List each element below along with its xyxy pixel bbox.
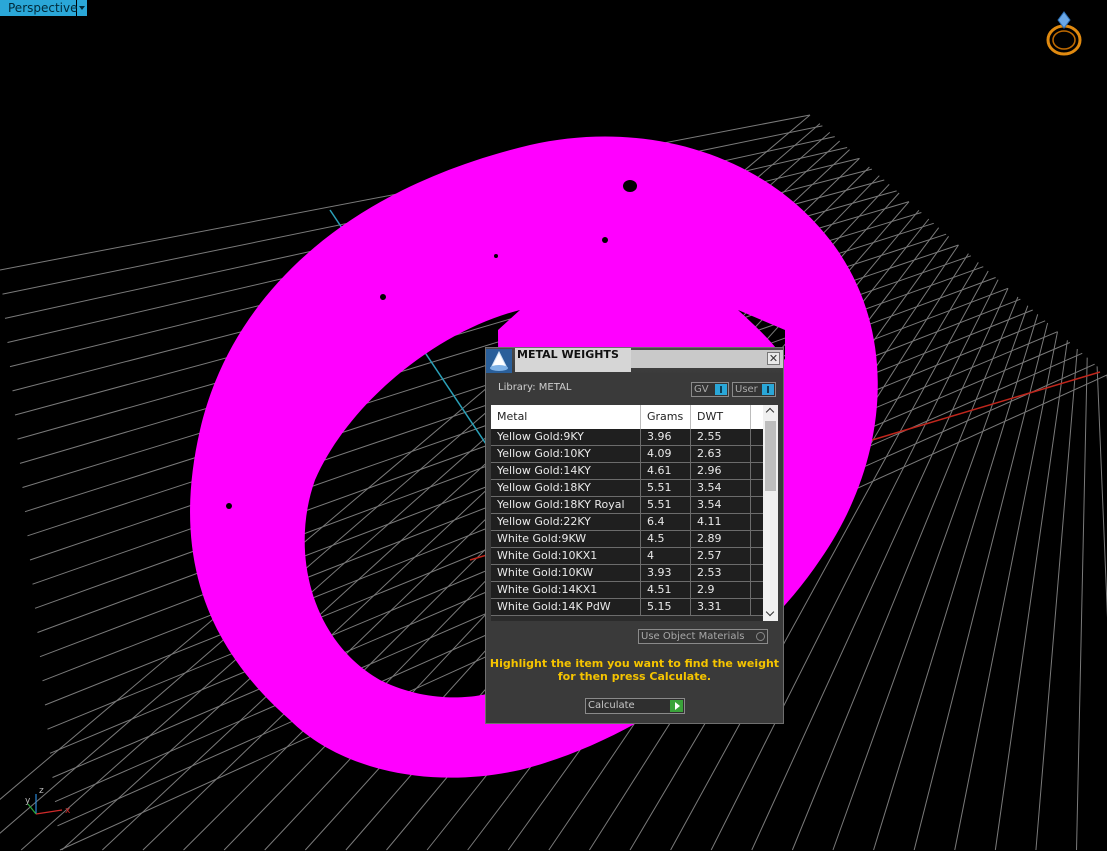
metal-cell: White Gold:14K PdW xyxy=(491,599,641,615)
dialog-title: METAL WEIGHTS xyxy=(515,348,631,372)
grams-cell: 4.61 xyxy=(641,463,691,479)
viewport-dropdown-icon[interactable] xyxy=(77,0,87,16)
table-row[interactable]: White Gold:9KW 4.5 2.89 xyxy=(491,531,763,548)
spacer-cell xyxy=(751,548,763,564)
spacer-cell xyxy=(751,599,763,615)
grams-cell: 3.96 xyxy=(641,429,691,445)
viewport-label[interactable]: Perspective xyxy=(0,0,87,16)
grams-cell: 3.93 xyxy=(641,565,691,581)
instruction-text: Highlight the item you want to find the … xyxy=(489,657,780,683)
table-row[interactable]: White Gold:10KX1 4 2.57 xyxy=(491,548,763,565)
radio-icon[interactable] xyxy=(756,632,765,641)
table-scrollbar[interactable] xyxy=(763,405,778,621)
scroll-thumb[interactable] xyxy=(765,421,776,491)
metal-cell: White Gold:10KX1 xyxy=(491,548,641,564)
use-object-materials-label: Use Object Materials xyxy=(641,631,745,642)
library-label: Library: METAL xyxy=(498,382,572,393)
table-row[interactable]: Yellow Gold:18KY 5.51 3.54 xyxy=(491,480,763,497)
scroll-up-icon[interactable] xyxy=(763,405,778,419)
table-row[interactable]: Yellow Gold:14KY 4.61 2.96 xyxy=(491,463,763,480)
table-row[interactable]: Yellow Gold:22KY 6.4 4.11 xyxy=(491,514,763,531)
grams-cell: 5.51 xyxy=(641,480,691,496)
use-object-materials-toggle[interactable]: Use Object Materials xyxy=(638,629,768,644)
dwt-cell: 2.57 xyxy=(691,548,751,564)
viewport-name[interactable]: Perspective xyxy=(0,0,78,16)
grams-cell: 5.51 xyxy=(641,497,691,513)
axis-x-label: x xyxy=(65,806,71,816)
scroll-down-icon[interactable] xyxy=(763,607,778,621)
dwt-cell: 2.55 xyxy=(691,429,751,445)
dwt-cell: 2.53 xyxy=(691,565,751,581)
grams-cell: 4 xyxy=(641,548,691,564)
table-row[interactable]: Yellow Gold:9KY 3.96 2.55 xyxy=(491,429,763,446)
close-icon[interactable]: ✕ xyxy=(767,352,780,365)
table-row[interactable]: White Gold:14KX1 4.51 2.9 xyxy=(491,582,763,599)
metal-cell: White Gold:9KW xyxy=(491,531,641,547)
grams-cell: 5.15 xyxy=(641,599,691,615)
spacer-cell xyxy=(751,514,763,530)
table-row[interactable]: Yellow Gold:18KY Royal 5.51 3.54 xyxy=(491,497,763,514)
spacer-cell xyxy=(751,565,763,581)
dwt-cell: 2.9 xyxy=(691,582,751,598)
table-row[interactable]: Yellow Gold:10KY 4.09 2.63 xyxy=(491,446,763,463)
dwt-cell: 3.31 xyxy=(691,599,751,615)
gv-toggle[interactable]: GV xyxy=(691,382,729,397)
axis-z-label: z xyxy=(39,786,44,796)
toggle-icon[interactable] xyxy=(715,384,727,395)
dwt-cell: 2.89 xyxy=(691,531,751,547)
grams-cell: 4.5 xyxy=(641,531,691,547)
calculate-button[interactable]: Calculate xyxy=(585,698,685,714)
column-header-metal[interactable]: Metal xyxy=(491,405,641,429)
table-row[interactable]: White Gold:14K PdW 5.15 3.31 xyxy=(491,599,763,616)
spacer-cell xyxy=(751,446,763,462)
grams-cell: 6.4 xyxy=(641,514,691,530)
dwt-cell: 2.63 xyxy=(691,446,751,462)
ring-logo-icon xyxy=(1046,11,1082,56)
spacer-cell xyxy=(751,531,763,547)
play-icon[interactable] xyxy=(670,700,683,712)
metal-cell: Yellow Gold:9KY xyxy=(491,429,641,445)
metal-weights-dialog[interactable]: METAL WEIGHTS ✕ Library: METAL GV User M… xyxy=(485,347,784,724)
metal-table[interactable]: Metal Grams DWT Yellow Gold:9KY 3.96 2.55 Y… xyxy=(491,405,763,621)
metal-cell: Yellow Gold:18KY xyxy=(491,480,641,496)
spacer-cell xyxy=(751,497,763,513)
spacer-cell xyxy=(751,463,763,479)
metal-cell: Yellow Gold:22KY xyxy=(491,514,641,530)
metal-weights-icon xyxy=(486,349,512,373)
dwt-cell: 2.96 xyxy=(691,463,751,479)
dwt-cell: 3.54 xyxy=(691,497,751,513)
metal-cell: White Gold:14KX1 xyxy=(491,582,641,598)
dwt-cell: 4.11 xyxy=(691,514,751,530)
column-header-grams[interactable]: Grams xyxy=(641,405,691,429)
metal-cell: White Gold:10KW xyxy=(491,565,641,581)
table-body: Yellow Gold:9KY 3.96 2.55 Yellow Gold:10KY 4… xyxy=(491,429,763,616)
calculate-label: Calculate xyxy=(588,700,635,711)
axis-y-label: y xyxy=(25,796,31,806)
user-toggle-label: User xyxy=(735,384,758,395)
table-header: Metal Grams DWT xyxy=(491,405,763,429)
axis-triad-icon: z x y xyxy=(25,786,71,816)
metal-cell: Yellow Gold:18KY Royal xyxy=(491,497,641,513)
titlebar-strip xyxy=(631,350,783,368)
column-header-dwt[interactable]: DWT xyxy=(691,405,751,429)
grams-cell: 4.51 xyxy=(641,582,691,598)
grams-cell: 4.09 xyxy=(641,446,691,462)
user-toggle[interactable]: User xyxy=(732,382,776,397)
spacer-cell xyxy=(751,429,763,445)
spacer-cell xyxy=(751,582,763,598)
spacer-cell xyxy=(751,480,763,496)
metal-cell: Yellow Gold:14KY xyxy=(491,463,641,479)
dwt-cell: 3.54 xyxy=(691,480,751,496)
toggle-icon[interactable] xyxy=(762,384,774,395)
metal-cell: Yellow Gold:10KY xyxy=(491,446,641,462)
table-row[interactable]: White Gold:10KW 3.93 2.53 xyxy=(491,565,763,582)
gv-toggle-label: GV xyxy=(694,384,709,395)
dialog-titlebar[interactable]: METAL WEIGHTS ✕ xyxy=(486,348,783,374)
